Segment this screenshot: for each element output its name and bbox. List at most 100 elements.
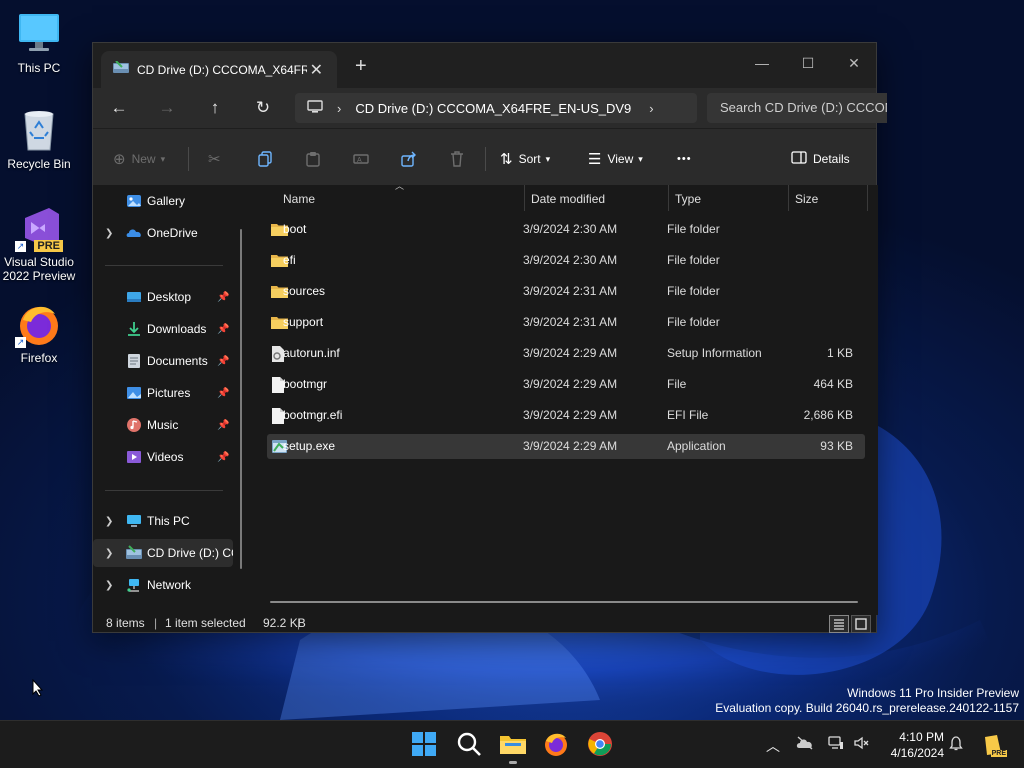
file-row[interactable]: bootmgr.efi 3/9/2024 2:29 AM EFI File 2,686… (267, 403, 865, 428)
tab-cd-drive[interactable]: CD Drive (D:) CCCOMA_X64FR ✕ (101, 51, 337, 88)
pin-icon[interactable]: 📌 (217, 420, 229, 431)
item-count: 8 items (106, 616, 145, 630)
insider-preview-icon[interactable]: PRE (981, 733, 1007, 757)
desktop-icon-visual-studio[interactable]: PRE ↗ Visual Studio 2022 Preview (2, 204, 76, 283)
nav-item-documents[interactable]: Documents 📌 (93, 347, 233, 375)
search-input[interactable]: Search CD Drive (D:) CCCOMA_X64FRE_EN-US… (707, 93, 887, 123)
desktop-icon-this-pc[interactable]: This PC (2, 10, 76, 75)
file-type: Setup Information (667, 346, 762, 360)
column-header-size[interactable]: Size (795, 185, 818, 213)
maximize-button[interactable]: ☐ (785, 49, 831, 77)
desktop-icon-recycle-bin[interactable]: Recycle Bin (2, 106, 76, 171)
file-type: File folder (667, 284, 720, 298)
new-button[interactable]: ⊕ New ▾ (113, 148, 165, 170)
breadcrumb-chevron-icon[interactable]: › (649, 101, 653, 116)
chevron-right-icon[interactable]: ❯ (105, 228, 113, 239)
nav-item-music[interactable]: Music 📌 (93, 411, 233, 439)
start-button[interactable] (411, 731, 439, 759)
chevron-right-icon[interactable]: ❯ (105, 580, 113, 591)
breadcrumb-chevron-icon[interactable]: › (337, 101, 341, 116)
pin-icon[interactable]: 📌 (217, 292, 229, 303)
file-row[interactable]: setup.exe 3/9/2024 2:29 AM Application 93 K… (267, 434, 865, 459)
nav-divider (105, 490, 223, 491)
nav-item-pictures[interactable]: Pictures 📌 (93, 379, 233, 407)
details-view-button[interactable] (829, 615, 849, 633)
documents-icon (126, 353, 142, 369)
close-window-button[interactable]: ✕ (831, 49, 877, 77)
cut-icon[interactable]: ✂ (208, 148, 227, 170)
nav-item-desktop[interactable]: Desktop 📌 (93, 283, 233, 311)
column-divider[interactable] (788, 185, 789, 211)
network-status-icon[interactable] (828, 736, 844, 753)
file-row[interactable]: bootmgr 3/9/2024 2:29 AM File 464 KB (267, 372, 865, 397)
file-row[interactable]: sources 3/9/2024 2:31 AM File folder (267, 279, 865, 304)
minimize-button[interactable]: — (739, 49, 785, 77)
file-date: 3/9/2024 2:31 AM (523, 284, 618, 298)
nav-item-cd-drive[interactable]: ❯ CD Drive (D:) CCCOMA_X64FRE_EN-US_DV9 (93, 539, 233, 567)
pin-icon[interactable]: 📌 (217, 452, 229, 463)
column-header-date[interactable]: Date modified (531, 185, 605, 213)
large-icons-view-button[interactable] (851, 615, 871, 633)
more-options-icon[interactable]: ••• (677, 148, 692, 170)
show-hidden-icons-icon[interactable]: ︿ (766, 736, 780, 756)
column-divider[interactable] (668, 185, 669, 211)
nav-item-network[interactable]: ❯ Network (93, 571, 233, 599)
nav-item-videos[interactable]: Videos 📌 (93, 443, 233, 471)
file-row[interactable]: support 3/9/2024 2:31 AM File folder (267, 310, 865, 335)
sort-button[interactable]: ⇅ Sort ▾ (500, 148, 550, 170)
file-date: 3/9/2024 2:29 AM (523, 346, 618, 360)
pin-icon[interactable]: 📌 (217, 388, 229, 399)
column-divider[interactable] (524, 185, 525, 211)
column-header-name[interactable]: Name (283, 185, 315, 213)
paste-icon[interactable] (305, 148, 321, 170)
notifications-bell-icon[interactable] (949, 736, 963, 754)
up-button[interactable]: ↑ (200, 96, 230, 120)
volume-muted-icon[interactable] (854, 736, 870, 753)
firefox-taskbar-icon[interactable] (543, 731, 571, 759)
column-divider[interactable] (867, 185, 868, 211)
file-date: 3/9/2024 2:31 AM (523, 315, 618, 329)
nav-item-onedrive[interactable]: ❯ OneDrive (93, 219, 233, 247)
address-input[interactable]: › CD Drive (D:) CCCOMA_X64FRE_EN-US_DV9 … (295, 93, 697, 123)
desktop-icon-firefox[interactable]: ↗ Firefox (2, 300, 76, 365)
file-explorer-taskbar-icon[interactable] (499, 731, 527, 764)
new-tab-button[interactable]: + (355, 55, 367, 78)
column-header-type[interactable]: Type (675, 185, 701, 213)
title-bar[interactable]: CD Drive (D:) CCCOMA_X64FR ✕ + — ☐ ✕ (93, 43, 876, 88)
details-pane-button[interactable]: Details (791, 148, 850, 170)
chrome-taskbar-icon[interactable] (587, 731, 615, 759)
nav-item-this-pc[interactable]: ❯ This PC (93, 507, 233, 535)
onedrive-offline-icon[interactable] (796, 736, 814, 753)
firefox-icon: ↗ (15, 300, 63, 348)
nav-item-gallery[interactable]: Gallery (93, 187, 233, 215)
tab-title: CD Drive (D:) CCCOMA_X64FR (137, 62, 307, 77)
view-button[interactable]: ☰ View ▾ (588, 148, 643, 170)
nav-divider (105, 265, 223, 266)
share-icon[interactable] (401, 148, 417, 170)
pin-icon[interactable]: 📌 (217, 324, 229, 335)
clock-time: 4:10 PM (899, 730, 944, 744)
back-button[interactable]: ← (104, 96, 134, 120)
nav-item-downloads[interactable]: Downloads 📌 (93, 315, 233, 343)
refresh-button[interactable]: ↻ (248, 96, 278, 120)
horizontal-scrollbar[interactable] (270, 601, 858, 603)
file-size: 464 KB (813, 377, 853, 391)
forward-button[interactable]: → (152, 96, 182, 120)
search-icon[interactable] (456, 731, 484, 759)
nav-scrollbar[interactable] (240, 229, 242, 569)
network-icon (126, 577, 142, 593)
file-row[interactable]: boot 3/9/2024 2:30 AM File folder (267, 217, 865, 242)
chevron-right-icon[interactable]: ❯ (105, 548, 113, 559)
system-clock[interactable]: 4:10 PM 4/16/2024 (880, 729, 944, 761)
chevron-right-icon[interactable]: ❯ (105, 516, 113, 527)
rename-icon[interactable]: A (353, 148, 369, 170)
delete-icon[interactable] (449, 148, 465, 170)
copy-icon[interactable] (257, 148, 273, 170)
breadcrumb-cd-drive[interactable]: CD Drive (D:) CCCOMA_X64FRE_EN-US_DV9 (355, 101, 631, 116)
close-tab-icon[interactable]: ✕ (310, 60, 323, 80)
file-row[interactable]: autorun.inf 3/9/2024 2:29 AM Setup Informa… (267, 341, 865, 366)
file-row[interactable]: efi 3/9/2024 2:30 AM File folder (267, 248, 865, 273)
pin-icon[interactable]: 📌 (217, 356, 229, 367)
watermark-edition: Windows 11 Pro Insider Preview (847, 686, 1019, 700)
content-area: Gallery ❯ OneDrive Desktop 📌 Downloads 📌… (93, 181, 878, 615)
